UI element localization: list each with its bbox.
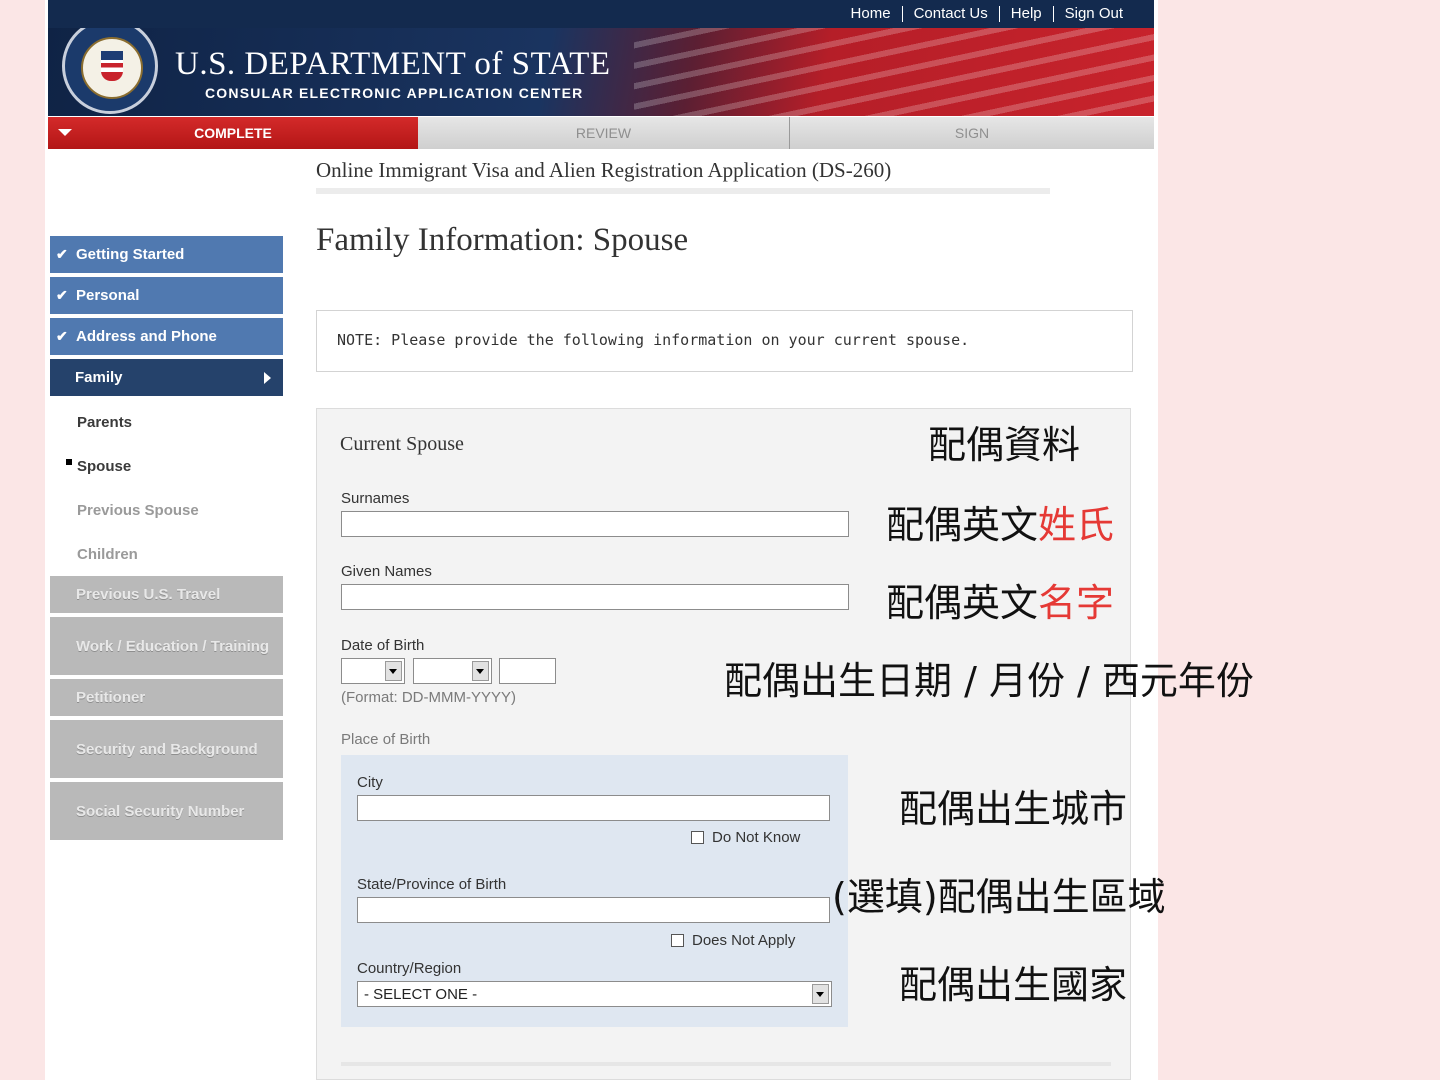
checkbox-icon [691, 831, 704, 844]
state-province-label: State/Province of Birth [357, 876, 507, 893]
progress-tabs: COMPLETE REVIEW SIGN [48, 117, 1154, 149]
checkbox-label: Do Not Know [712, 829, 801, 846]
state-province-input[interactable] [357, 897, 830, 923]
sidebar-subitem-previous-spouse: Previous Spouse [77, 501, 199, 519]
annotation-highlight: 名字 [1038, 581, 1115, 625]
sidebar-item-previous-travel: Previous U.S. Travel [50, 576, 283, 613]
checkbox-icon [671, 934, 684, 947]
state-does-not-apply-checkbox[interactable]: Does Not Apply [671, 932, 795, 949]
top-navigation: Home Contact Us Help Sign Out [48, 0, 1154, 28]
caret-down-icon [58, 129, 72, 136]
sidebar-subitem-spouse[interactable]: Spouse [50, 444, 283, 488]
sidebar-item-label: Address and Phone [76, 328, 217, 345]
city-label: City [357, 774, 383, 791]
date-format-hint: (Format: DD-MMM-YYYY) [341, 689, 516, 706]
annotation-spouse-info: 配偶資料 [928, 423, 1081, 467]
annotation-date-of-birth: 配偶出生日期 / 月份 / 西元年份 [724, 659, 1254, 703]
header-banner: U.S. DEPARTMENT of STATE CONSULAR ELECTR… [48, 28, 1154, 116]
tab-sign-label: SIGN [954, 125, 990, 141]
country-region-select[interactable]: - SELECT ONE - [357, 981, 832, 1007]
sidebar-item-security-background: Security and Background [50, 720, 283, 778]
city-input[interactable] [357, 795, 830, 821]
contact-us-link[interactable]: Contact Us [901, 6, 999, 22]
annotation-birth-city: 配偶出生城市 [899, 787, 1128, 831]
checkmark-icon: ✔ [56, 246, 68, 262]
divider [341, 1062, 1111, 1066]
sidebar: ✔ Getting Started ✔ Personal ✔ Address a… [50, 236, 283, 844]
surnames-label: Surnames [341, 490, 410, 507]
flag-stripes [634, 28, 1154, 116]
sidebar-item-petitioner: Petitioner [50, 679, 283, 716]
sidebar-item-personal[interactable]: ✔ Personal [50, 277, 283, 314]
surnames-input[interactable] [341, 511, 849, 537]
sidebar-item-family[interactable]: Family [50, 359, 283, 396]
sidebar-item-getting-started[interactable]: ✔ Getting Started [50, 236, 283, 273]
annotation-birth-region: (選填)配偶出生區域 [832, 875, 1166, 919]
tab-sign[interactable]: SIGN [790, 117, 1154, 149]
sidebar-item-address-phone[interactable]: ✔ Address and Phone [50, 318, 283, 355]
tab-review-label: REVIEW [575, 125, 632, 141]
note-box: NOTE: Please provide the following infor… [316, 310, 1133, 372]
country-select-value: - SELECT ONE - [364, 986, 478, 1003]
given-names-label: Given Names [341, 563, 432, 580]
country-region-label: Country/Region [357, 960, 462, 977]
dropdown-arrow-icon [812, 984, 829, 1004]
application-title: Online Immigrant Visa and Alien Registra… [316, 158, 892, 182]
dropdown-arrow-icon [472, 661, 489, 681]
annotation-given-name: 配偶英文名字 [886, 572, 1114, 627]
annotation-birth-country: 配偶出生國家 [899, 963, 1128, 1007]
tab-review[interactable]: REVIEW [418, 117, 790, 149]
checkmark-icon: ✔ [56, 328, 68, 344]
annotation-text: 配偶英文 [886, 581, 1039, 625]
city-do-not-know-checkbox[interactable]: Do Not Know [691, 829, 800, 846]
sidebar-item-label: Getting Started [76, 246, 185, 263]
department-seal-icon [62, 28, 158, 114]
sidebar-item-label: Personal [76, 287, 140, 304]
sign-out-link[interactable]: Sign Out [1052, 6, 1134, 22]
place-of-birth-label: Place of Birth [341, 731, 431, 748]
checkbox-label: Does Not Apply [692, 932, 796, 949]
date-of-birth-label: Date of Birth [341, 637, 425, 654]
sidebar-item-label: Family [75, 369, 123, 386]
sidebar-subitem-parents[interactable]: Parents [50, 400, 283, 444]
dob-year-input[interactable] [499, 658, 556, 684]
sidebar-item-work-education: Work / Education / Training [50, 617, 283, 675]
dropdown-arrow-icon [385, 661, 402, 681]
department-subtitle: CONSULAR ELECTRONIC APPLICATION CENTER [205, 85, 584, 101]
chevron-right-icon [264, 371, 271, 384]
given-names-input[interactable] [341, 584, 849, 610]
divider [316, 188, 1050, 194]
page-title: Family Information: Spouse [316, 222, 689, 258]
dob-day-select[interactable] [341, 658, 405, 684]
department-title: U.S. DEPARTMENT of STATE [175, 46, 611, 82]
tab-complete[interactable]: COMPLETE [48, 117, 418, 149]
checkmark-icon: ✔ [56, 287, 68, 303]
help-link[interactable]: Help [998, 6, 1053, 22]
dob-month-select[interactable] [413, 658, 492, 684]
sidebar-subitem-children: Children [77, 545, 138, 563]
tab-complete-label: COMPLETE [194, 125, 272, 141]
home-link[interactable]: Home [840, 6, 902, 22]
annotation-highlight: 姓氏 [1038, 503, 1115, 547]
section-title: Current Spouse [340, 433, 464, 455]
annotation-surname: 配偶英文姓氏 [886, 494, 1114, 549]
sidebar-item-social-security: Social Security Number [50, 782, 283, 840]
annotation-text: 配偶英文 [886, 503, 1039, 547]
